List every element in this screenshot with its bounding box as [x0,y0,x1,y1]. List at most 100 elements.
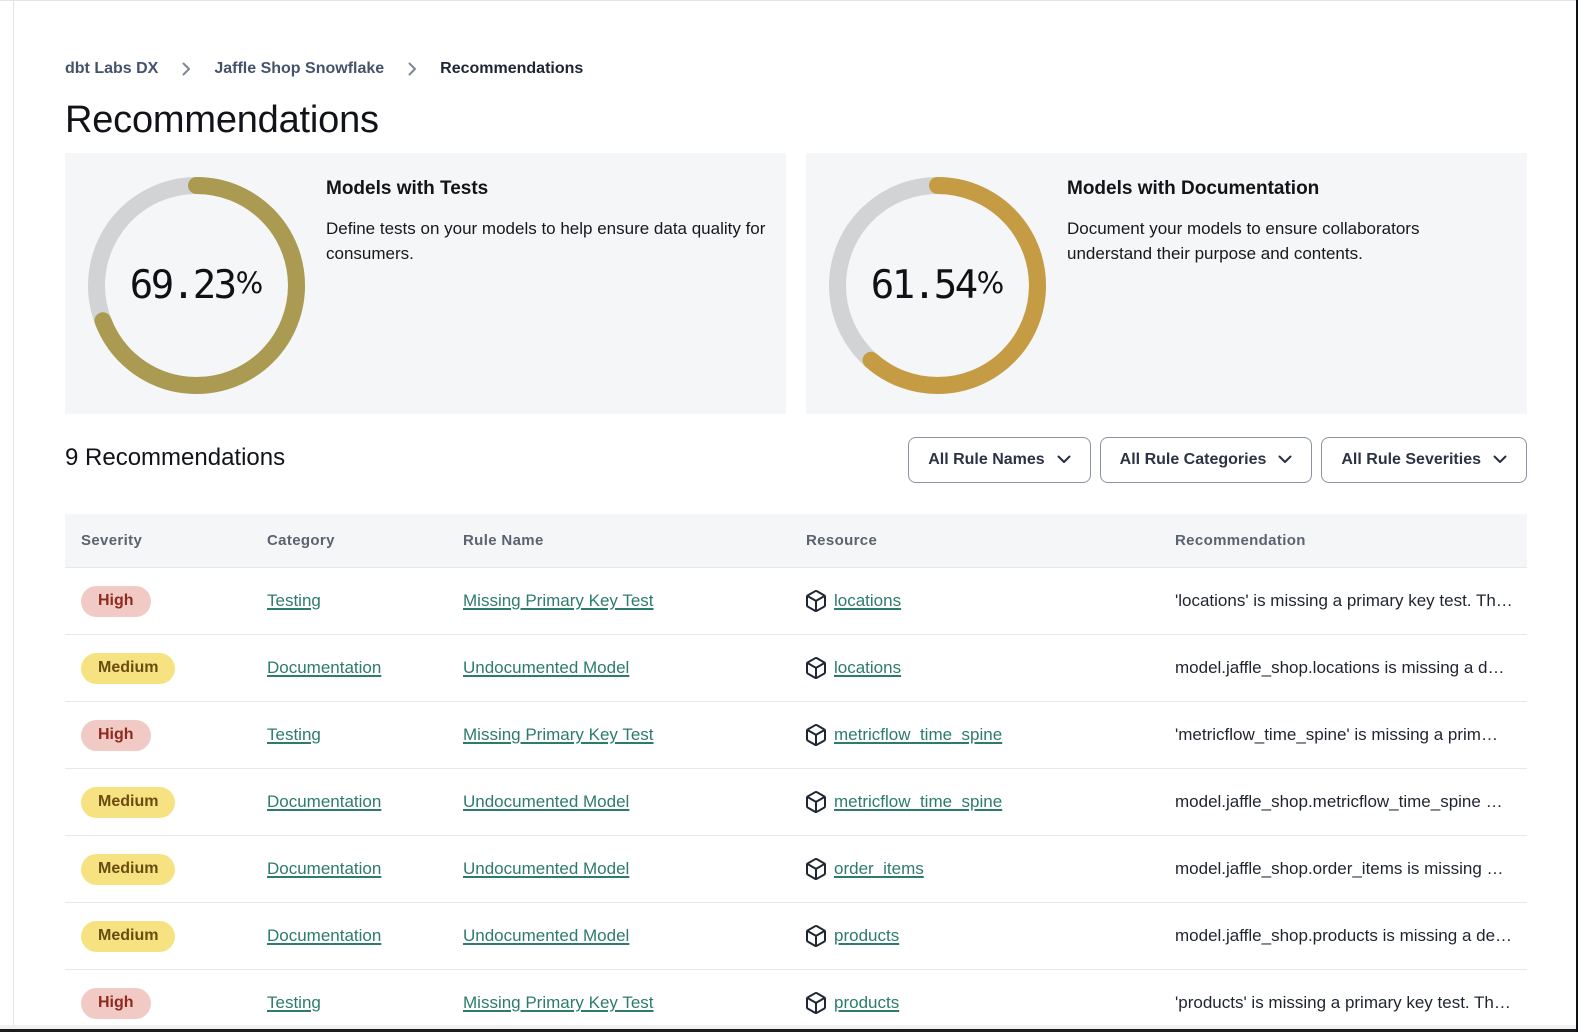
severity-badge: Medium [81,921,175,952]
column-header-rule-name: Rule Name [447,532,790,549]
recommendation-cell: model.jaffle_shop.order_items is missing… [1159,859,1527,879]
severity-cell: High [65,988,251,1019]
window-top-edge [0,0,1578,1]
model-cube-icon [804,991,828,1015]
card-description: Document your models to ensure collabora… [1067,216,1508,266]
model-cube-icon [804,924,828,948]
rule-name-cell: Missing Primary Key Test [447,993,790,1013]
breadcrumb-chevron-icon [407,61,417,77]
category-link[interactable]: Documentation [267,658,381,677]
recommendation-cell: 'products' is missing a primary key test… [1159,993,1527,1013]
recommendation-text: model.jaffle_shop.locations is missing a… [1175,658,1504,677]
resource-link[interactable]: products [834,926,899,946]
resource-cell: products [790,991,1159,1015]
severity-cell: Medium [65,653,251,684]
summary-card: 61.54% Models with Documentation Documen… [806,153,1527,414]
recommendation-cell: model.jaffle_shop.products is missing a … [1159,926,1527,946]
model-cube-icon [804,589,828,613]
category-cell: Documentation [251,792,447,812]
rule-name-link[interactable]: Missing Primary Key Test [463,591,654,610]
filter-dropdown-all-rule-categories[interactable]: All Rule Categories [1100,437,1313,483]
recommendation-text: 'locations' is missing a primary key tes… [1175,591,1513,610]
category-cell: Testing [251,725,447,745]
resource-link[interactable]: metricflow_time_spine [834,725,1002,745]
rule-name-link[interactable]: Undocumented Model [463,926,629,945]
table-row: High Testing Missing Primary Key Test me… [65,702,1527,769]
rule-name-cell: Undocumented Model [447,926,790,946]
resource-cell: metricflow_time_spine [790,723,1159,747]
recommendation-cell: 'locations' is missing a primary key tes… [1159,591,1527,611]
severity-badge: Medium [81,787,175,818]
resource-cell: products [790,924,1159,948]
table-row: High Testing Missing Primary Key Test pr… [65,970,1527,1032]
filter-dropdown-all-rule-severities[interactable]: All Rule Severities [1321,437,1527,483]
column-header-resource: Resource [790,532,1159,549]
recommendation-text: 'products' is missing a primary key test… [1175,993,1511,1012]
table-header-row: SeverityCategoryRule NameResourceRecomme… [65,514,1527,568]
rule-name-link[interactable]: Missing Primary Key Test [463,725,654,744]
category-link[interactable]: Testing [267,725,321,744]
breadcrumb-project[interactable]: dbt Labs DX [65,60,158,78]
severity-cell: High [65,586,251,617]
category-cell: Documentation [251,926,447,946]
category-cell: Testing [251,993,447,1013]
severity-cell: Medium [65,921,251,952]
column-header-recommendation: Recommendation [1159,532,1527,549]
donut-chart: 61.54% [829,177,1046,394]
resource-link[interactable]: order_items [834,859,924,879]
card-description: Define tests on your models to help ensu… [326,216,767,266]
rule-name-link[interactable]: Undocumented Model [463,658,629,677]
recommendation-cell: model.jaffle_shop.locations is missing a… [1159,658,1527,678]
table-row: Medium Documentation Undocumented Model … [65,903,1527,970]
donut-chart: 69.23% [88,177,305,394]
category-link[interactable]: Documentation [267,859,381,878]
donut-percentage: 61.54% [829,177,1046,394]
recommendations-table: SeverityCategoryRule NameResourceRecomme… [65,514,1527,1032]
summary-cards: 69.23% Models with Tests Define tests on… [65,153,1527,414]
resource-link[interactable]: metricflow_time_spine [834,792,1002,812]
rule-name-cell: Missing Primary Key Test [447,591,790,611]
model-cube-icon [804,857,828,881]
rule-name-cell: Undocumented Model [447,792,790,812]
severity-badge: High [81,988,151,1019]
recommendation-text: 'metricflow_time_spine' is missing a pri… [1175,725,1498,744]
category-link[interactable]: Testing [267,591,321,610]
category-cell: Documentation [251,859,447,879]
main-content: dbt Labs DX Jaffle Shop Snowflake Recomm… [65,0,1527,1032]
category-cell: Documentation [251,658,447,678]
severity-cell: Medium [65,787,251,818]
breadcrumb-chevron-icon [181,61,191,77]
table-row: Medium Documentation Undocumented Model … [65,635,1527,702]
severity-badge: High [81,586,151,617]
resource-cell: locations [790,656,1159,680]
severity-badge: High [81,720,151,751]
list-header: 9 Recommendations All Rule Names All Rul… [65,435,1527,481]
model-cube-icon [804,790,828,814]
category-link[interactable]: Testing [267,993,321,1012]
breadcrumb-environment[interactable]: Jaffle Shop Snowflake [214,60,384,78]
sidebar-edge-line [13,0,14,1032]
column-header-severity: Severity [65,532,251,549]
donut-percentage: 69.23% [88,177,305,394]
category-link[interactable]: Documentation [267,792,381,811]
recommendation-text: model.jaffle_shop.order_items is missing… [1175,859,1504,878]
table-body: High Testing Missing Primary Key Test lo… [65,568,1527,1032]
resource-link[interactable]: locations [834,658,901,678]
rule-name-cell: Undocumented Model [447,859,790,879]
resource-cell: order_items [790,857,1159,881]
rule-name-link[interactable]: Undocumented Model [463,792,629,811]
resource-link[interactable]: products [834,993,899,1013]
resource-link[interactable]: locations [834,591,901,611]
filter-dropdown-all-rule-names[interactable]: All Rule Names [908,437,1090,483]
rule-name-link[interactable]: Undocumented Model [463,859,629,878]
category-link[interactable]: Documentation [267,926,381,945]
rule-name-link[interactable]: Missing Primary Key Test [463,993,654,1012]
model-cube-icon [804,723,828,747]
chevron-down-icon [1493,455,1507,464]
severity-cell: High [65,720,251,751]
page-title: Recommendations [65,99,1527,142]
table-row: Medium Documentation Undocumented Model … [65,769,1527,836]
recommendation-cell: model.jaffle_shop.metricflow_time_spine … [1159,792,1527,812]
severity-badge: Medium [81,653,175,684]
category-cell: Testing [251,591,447,611]
